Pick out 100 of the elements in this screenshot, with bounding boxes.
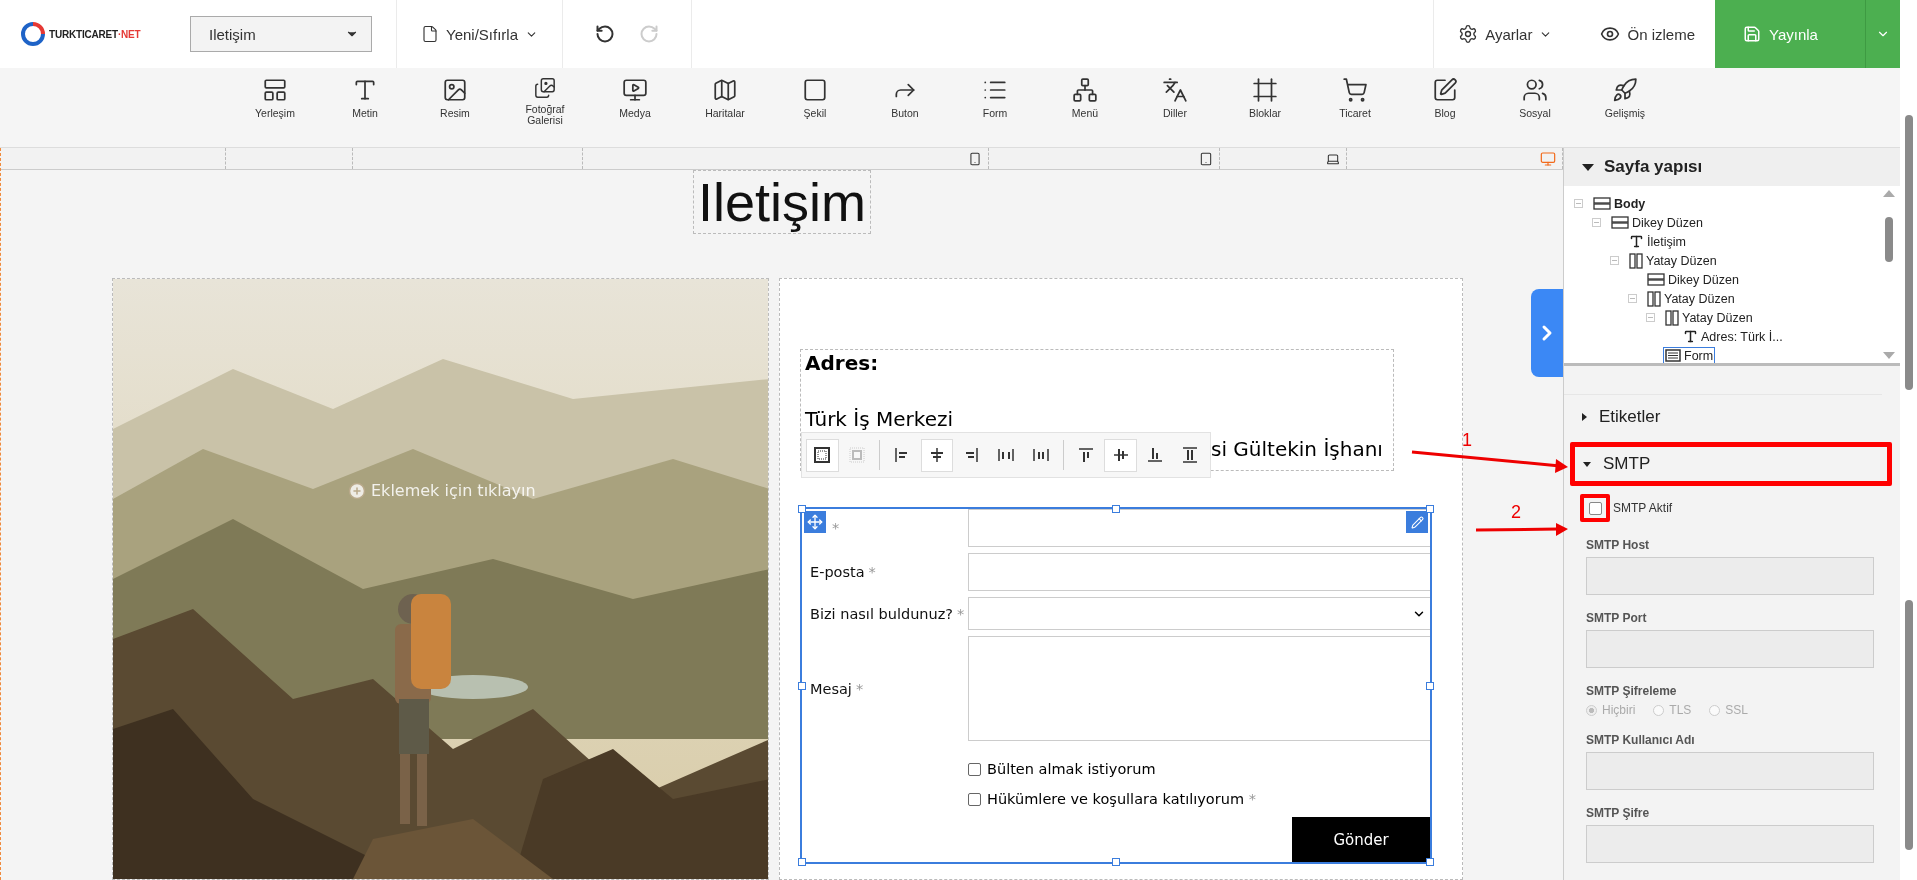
tool-button[interactable]: Form: [950, 68, 1040, 147]
section-header[interactable]: SMTP: [1570, 442, 1892, 486]
map-icon: [712, 77, 738, 103]
file-icon: [421, 25, 439, 43]
tree-item[interactable]: Dikey Düzen: [1645, 271, 1741, 288]
field-label: SMTP Port: [1586, 611, 1648, 625]
message-field[interactable]: [968, 636, 1430, 741]
preview-button[interactable]: Ön izleme: [1600, 24, 1695, 44]
tool-button[interactable]: Medya: [590, 68, 680, 147]
checkbox[interactable]: [968, 762, 981, 776]
collapse-toggle[interactable]: [1646, 313, 1655, 322]
input-field[interactable]: [968, 509, 1430, 547]
tree-item[interactable]: Form: [1663, 347, 1716, 363]
laptop-icon[interactable]: [1326, 151, 1340, 166]
pencil-icon: [1410, 515, 1424, 529]
align-button[interactable]: [920, 438, 954, 472]
columns-icon: [1665, 309, 1679, 326]
undo-icon[interactable]: [595, 24, 615, 44]
align-button[interactable]: [1104, 438, 1137, 472]
collapse-toggle[interactable]: [1592, 218, 1601, 227]
tool-button[interactable]: Ticaret: [1310, 68, 1400, 147]
tool-button[interactable]: Diller: [1130, 68, 1220, 147]
tree-item[interactable]: Dikey Düzen: [1609, 214, 1705, 231]
tree-item[interactable]: Yatay Düzen: [1645, 290, 1737, 307]
letter-icon: [352, 77, 378, 103]
field-label: Bizi nasıl buldunuz? *: [810, 604, 965, 624]
rows-icon: [1647, 273, 1665, 286]
gallery-icon: [534, 77, 556, 99]
collapse-toggle[interactable]: [1628, 294, 1637, 303]
collapse-toggle[interactable]: [1574, 199, 1583, 208]
settings-button[interactable]: Ayarlar: [1458, 24, 1553, 44]
spread-icon: [997, 446, 1015, 464]
collapse-toggle[interactable]: [1610, 256, 1619, 265]
resize-handle[interactable]: [798, 681, 806, 690]
tool-button[interactable]: Resim: [410, 68, 500, 147]
layout-icon: [262, 77, 288, 103]
logo[interactable]: TURKTICARET·NET: [0, 0, 170, 68]
resize-handle[interactable]: [1426, 505, 1434, 513]
checkbox-label: Hükümlere ve koşullara katılıyorum *: [987, 791, 1256, 807]
phone-icon[interactable]: [968, 151, 982, 166]
tool-button[interactable]: Menü: [1040, 68, 1130, 147]
resize-handle[interactable]: [1112, 858, 1120, 866]
align-bottom-icon: [1146, 446, 1165, 464]
edit-button[interactable]: [1406, 511, 1428, 533]
checkbox-label: Bülten almak istiyorum: [987, 761, 1156, 777]
frame-icon: [813, 446, 832, 464]
pen-icon: [1432, 77, 1458, 103]
resize-handle[interactable]: [1426, 858, 1434, 866]
resize-handle[interactable]: [798, 858, 806, 866]
tree-item[interactable]: İletişim: [1627, 233, 1688, 250]
people-icon: [1522, 77, 1548, 103]
tool-button[interactable]: Sosyal: [1490, 68, 1580, 147]
play-icon: [622, 77, 648, 103]
tool-button[interactable]: Şekil: [770, 68, 860, 147]
tree-item[interactable]: Adres: Türk İ...: [1681, 328, 1785, 345]
frame-icon: [1252, 77, 1278, 103]
monitor-icon[interactable]: [1540, 150, 1556, 167]
new-menu-button[interactable]: Yeni/Sıfırla: [421, 25, 538, 43]
resize-handle[interactable]: [798, 505, 806, 513]
tool-button[interactable]: Haritalar: [680, 68, 770, 147]
tool-button[interactable]: Yerleşim: [230, 68, 320, 147]
page-heading: Iletişim: [693, 170, 871, 234]
tree-item[interactable]: Yatay Düzen: [1627, 252, 1719, 269]
panel-toggle[interactable]: [1531, 289, 1563, 377]
resize-handle[interactable]: [1426, 681, 1434, 690]
align-button[interactable]: [806, 438, 839, 472]
tool-button[interactable]: Gelişmiş: [1580, 68, 1670, 147]
square-icon: [802, 77, 828, 103]
logo-ring-icon: [20, 21, 46, 47]
save-icon: [1743, 25, 1761, 43]
address-line: Türk İş Merkezi: [805, 406, 954, 433]
select-field[interactable]: [968, 597, 1430, 630]
align-top-icon: [1077, 446, 1096, 464]
tree-item[interactable]: Yatay Düzen: [1663, 309, 1755, 326]
translate-icon: [1162, 77, 1188, 103]
checkbox[interactable]: [968, 792, 981, 806]
distribute-icon: [1031, 446, 1050, 464]
submit-button[interactable]: Gönder: [1292, 817, 1430, 862]
tool-button[interactable]: Bloklar: [1220, 68, 1310, 147]
input-field[interactable]: [968, 553, 1430, 591]
tool-button[interactable]: Metin: [320, 68, 410, 147]
section-header[interactable]: Etiketler: [1564, 394, 1882, 438]
annotation-number: 2: [1511, 502, 1521, 523]
field-label: SMTP Host: [1586, 538, 1651, 552]
logo-text: TURKTICARET·NET: [49, 28, 141, 40]
move-handle[interactable]: [804, 511, 826, 533]
field-label: SMTP Kullanıcı Adı: [1586, 733, 1696, 747]
page-select[interactable]: Iletişim: [190, 16, 372, 52]
tablet-icon[interactable]: [1199, 151, 1213, 166]
tool-button[interactable]: Fotoğraf Galerisi: [500, 68, 590, 147]
tree-item[interactable]: Body: [1591, 195, 1648, 212]
tool-button[interactable]: Buton: [860, 68, 950, 147]
columns-icon: [1629, 252, 1643, 269]
columns-icon: [1647, 290, 1661, 307]
panel-header[interactable]: Sayfa yapısı: [1564, 148, 1900, 186]
resize-handle[interactable]: [1112, 505, 1120, 513]
settings-icon: [1458, 24, 1479, 44]
contact-form[interactable]: * E-posta * Bizi nasıl buldunuz? * Mesaj * Bülten almak istiyorum Hükümlere ve koşullara katılıyorum * Gönder: [800, 507, 1432, 864]
tool-button[interactable]: Blog: [1400, 68, 1490, 147]
scrollbar-thumb[interactable]: [1885, 217, 1893, 262]
